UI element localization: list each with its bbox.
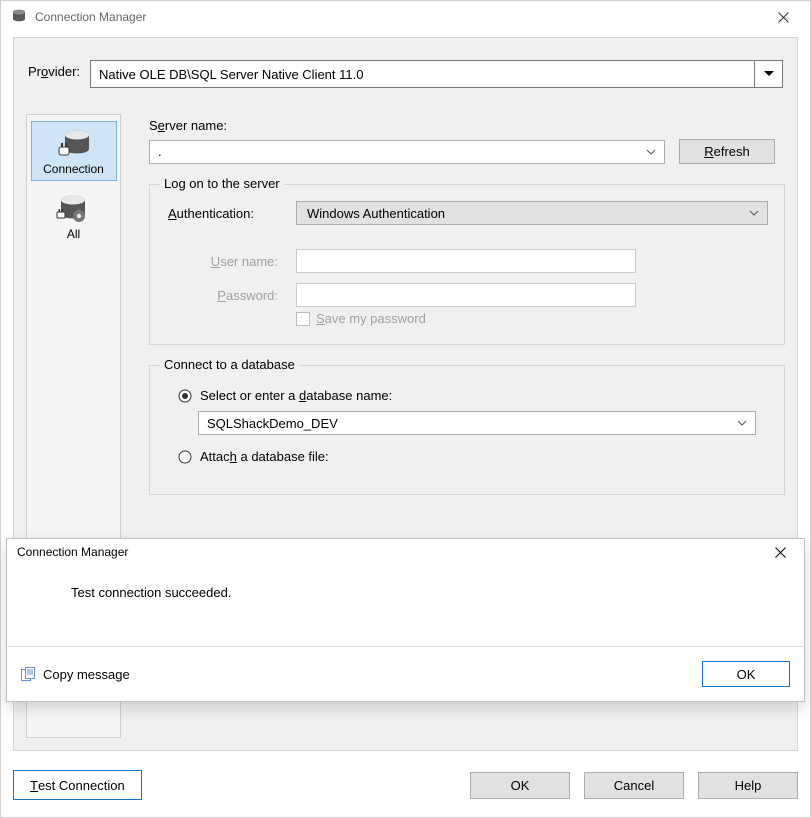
database-legend: Connect to a database: [160, 357, 299, 372]
copy-message-label: Copy message: [43, 667, 130, 682]
username-label: User name:: [168, 254, 278, 269]
category-connection-label: Connection: [32, 162, 116, 176]
dialog-ok-label: OK: [737, 667, 756, 682]
test-post: est Connection: [38, 778, 125, 793]
close-icon: [775, 547, 786, 558]
copy-message-link[interactable]: Copy message: [21, 667, 130, 682]
pass-post: assword:: [226, 288, 278, 303]
database-name-combobox[interactable]: SQLShackDemo_DEV: [198, 411, 756, 435]
auth-post: uthentication:: [177, 206, 254, 221]
window-title: Connection Manager: [35, 10, 760, 24]
provider-label-post: vider:: [48, 64, 80, 79]
titlebar: Connection Manager: [1, 1, 810, 33]
r2-post: a database file:: [237, 449, 329, 464]
username-input: [296, 249, 636, 273]
window-close-button[interactable]: [760, 1, 806, 33]
r2-pre: Attac: [200, 449, 230, 464]
radio-select-db-row: Select or enter a database name:: [178, 388, 766, 403]
provider-value: Native OLE DB\SQL Server Native Client 1…: [99, 67, 754, 82]
auth-u: A: [168, 206, 177, 221]
database-icon: [11, 8, 29, 26]
radio-attach-file-label: Attach a database file:: [200, 449, 329, 464]
ok-label: OK: [511, 778, 530, 793]
server-name-value: .: [158, 144, 642, 159]
test-connection-dialog: Connection Manager Test connection succe…: [6, 538, 805, 702]
refresh-post: efresh: [714, 144, 750, 159]
r2-u: h: [230, 449, 237, 464]
password-input: [296, 283, 636, 307]
category-all[interactable]: All: [31, 187, 117, 245]
provider-label: Provider:: [28, 64, 80, 79]
dialog-footer: Copy message OK: [7, 647, 804, 701]
chevron-down-icon: [733, 412, 751, 434]
server-name-label: Server name:: [149, 118, 785, 133]
chevron-down-icon: [754, 61, 782, 87]
server-label-u: e: [158, 118, 165, 133]
database-name-value: SQLShackDemo_DEV: [207, 416, 733, 431]
server-label-pre: S: [149, 118, 158, 133]
save-password-checkbox: [296, 312, 310, 326]
database-group: Connect to a database Select or enter a …: [149, 365, 785, 495]
save-u: S: [316, 311, 325, 326]
radio-select-db[interactable]: [178, 389, 192, 403]
category-all-label: All: [31, 227, 117, 241]
bottom-button-row: Test Connection OK Cancel Help: [13, 767, 798, 803]
database-wrench-icon: [31, 191, 117, 227]
authentication-label: Authentication:: [168, 206, 278, 221]
pass-u: P: [217, 288, 226, 303]
test-u: T: [30, 778, 38, 793]
chevron-down-icon: [745, 210, 763, 216]
chevron-down-icon: [642, 141, 660, 163]
logon-group: Log on to the server Authentication: Win…: [149, 184, 785, 345]
user-u: U: [211, 254, 220, 269]
ok-button[interactable]: OK: [470, 772, 570, 799]
help-label: Help: [735, 778, 762, 793]
provider-label-pre: Pr: [28, 64, 41, 79]
provider-row: Provider: Native OLE DB\SQL Server Nativ…: [14, 38, 797, 92]
server-label-post: rver name:: [165, 118, 227, 133]
logon-legend: Log on to the server: [160, 176, 284, 191]
save-password-label: Save my password: [316, 311, 426, 326]
authentication-value: Windows Authentication: [307, 206, 745, 221]
category-connection[interactable]: Connection: [31, 121, 117, 181]
cancel-button[interactable]: Cancel: [584, 772, 684, 799]
dialog-message: Test connection succeeded.: [71, 585, 231, 600]
server-name-combobox[interactable]: .: [149, 140, 665, 164]
close-icon: [778, 12, 789, 23]
dialog-titlebar: Connection Manager: [7, 539, 804, 565]
provider-combobox[interactable]: Native OLE DB\SQL Server Native Client 1…: [90, 60, 783, 88]
copy-icon: [21, 667, 37, 681]
radio-attach-file[interactable]: [178, 450, 192, 464]
save-post: ave my password: [325, 311, 426, 326]
help-button[interactable]: Help: [698, 772, 798, 799]
authentication-combobox[interactable]: Windows Authentication: [296, 201, 768, 225]
refresh-button[interactable]: Refresh: [679, 139, 775, 164]
test-connection-button[interactable]: Test Connection: [13, 770, 142, 800]
refresh-u: R: [704, 144, 713, 159]
save-password-row: Save my password: [296, 311, 766, 326]
r1-pre: Select or enter a: [200, 388, 299, 403]
r1-post: atabase name:: [306, 388, 392, 403]
dialog-body: Test connection succeeded.: [7, 565, 804, 647]
dialog-close-button[interactable]: [762, 539, 798, 565]
dialog-ok-button[interactable]: OK: [702, 661, 790, 687]
radio-attach-file-row: Attach a database file:: [178, 449, 766, 464]
cancel-label: Cancel: [614, 778, 654, 793]
database-plug-icon: [32, 126, 116, 162]
password-label: Password:: [168, 288, 278, 303]
radio-select-db-label: Select or enter a database name:: [200, 388, 392, 403]
dialog-title: Connection Manager: [17, 545, 762, 559]
user-post: ser name:: [220, 254, 278, 269]
